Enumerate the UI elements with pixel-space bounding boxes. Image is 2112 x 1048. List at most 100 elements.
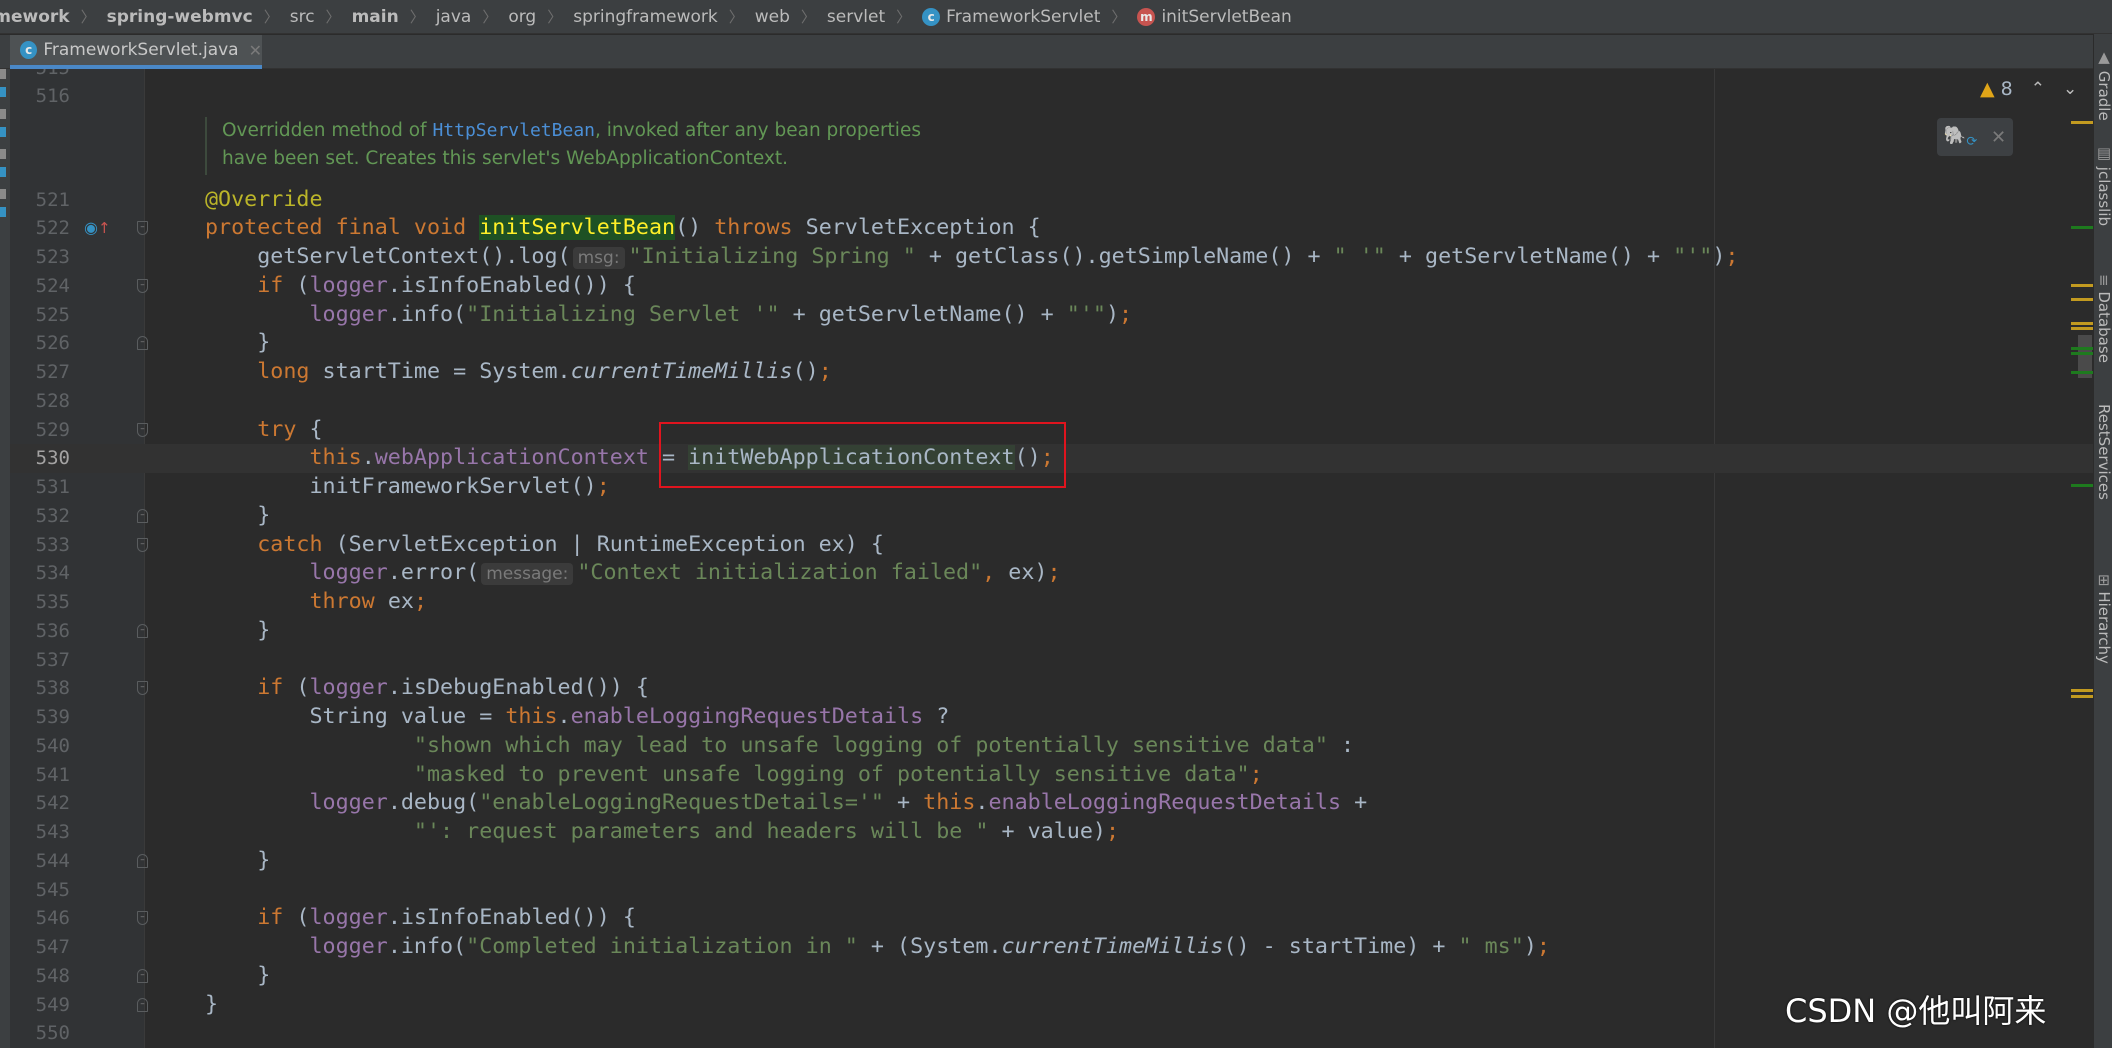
warning-mark[interactable] <box>2071 689 2093 692</box>
breadcrumb-item[interactable]: m initServletBean <box>1137 7 1292 27</box>
code-line[interactable]: 545 <box>10 876 2093 905</box>
warning-mark[interactable] <box>2071 298 2093 301</box>
gradle-refresh-icon[interactable]: 🐘⟳ <box>1944 125 1977 150</box>
warning-mark[interactable] <box>2071 327 2093 330</box>
doc-link[interactable]: HttpServletBean <box>432 120 595 141</box>
code-text: logger.error(message: "Context initializa… <box>205 559 1061 589</box>
fold-collapse-icon[interactable]: – <box>137 278 148 293</box>
code-line[interactable]: 547 logger.info("Completed initializatio… <box>10 933 2093 962</box>
fold-end-icon[interactable]: – <box>137 997 148 1012</box>
breadcrumb-item[interactable]: framework <box>0 7 70 27</box>
tool-window-hierarchy[interactable]: ⊞ Hierarchy <box>2095 574 2112 664</box>
code-editor[interactable]: 515 516 Overridden method of HttpServletBe… <box>10 69 2093 1048</box>
code-line[interactable]: 544 – } <box>10 847 2093 876</box>
fold-collapse-icon[interactable]: – <box>137 537 148 552</box>
close-popup-icon[interactable]: ✕ <box>1991 127 2006 148</box>
code-line[interactable]: 522 ◉↑ – protected final void initServletBe… <box>10 214 2093 243</box>
tab-frameworkservlet-java[interactable]: c FrameworkServlet.java ✕ <box>10 35 262 69</box>
tool-window-jclasslib[interactable]: ▤ jclasslib <box>2095 144 2112 226</box>
code-token: .info( <box>387 934 467 960</box>
code-line[interactable]: 540 "shown which may lead to unsafe logg… <box>10 732 2093 761</box>
code-token: if <box>205 905 297 931</box>
info-mark[interactable] <box>2071 371 2093 374</box>
code-line[interactable]: 533 – catch (ServletException | RuntimeEx… <box>10 531 2093 560</box>
breadcrumb-item[interactable]: org <box>508 7 536 27</box>
code-text: String value = this.enableLoggingRequest… <box>205 703 949 732</box>
breadcrumb-item[interactable]: web <box>755 7 790 27</box>
breadcrumb-separator-icon: 〉 <box>409 8 425 26</box>
code-line[interactable]: 526 – } <box>10 329 2093 358</box>
code-token: @Override <box>205 186 323 212</box>
code-line[interactable]: 524 – if (logger.isInfoEnabled()) { <box>10 272 2093 301</box>
error-stripe[interactable] <box>2071 69 2093 1048</box>
code-line[interactable]: 532 – } <box>10 502 2093 531</box>
info-mark[interactable] <box>2071 484 2093 487</box>
code-line[interactable]: 541 "masked to prevent unsafe logging of… <box>10 761 2093 790</box>
previous-highlight-icon[interactable]: ⌃ <box>2031 79 2045 99</box>
tool-window-database[interactable]: ≡ Database <box>2095 274 2112 363</box>
doc-text: Overridden method of <box>222 120 433 142</box>
fold-end-icon[interactable]: – <box>137 623 148 638</box>
parameter-hint: message: <box>481 563 574 586</box>
code-line[interactable]: 515 <box>10 69 2093 82</box>
info-mark[interactable] <box>2071 352 2093 355</box>
fold-end-icon[interactable]: – <box>137 336 148 351</box>
code-line[interactable]: 548 – } <box>10 962 2093 991</box>
breadcrumb-item[interactable]: c FrameworkServlet <box>922 7 1100 27</box>
fold-end-icon[interactable]: – <box>137 508 148 523</box>
code-line[interactable]: 521 @Override <box>10 186 2093 215</box>
breadcrumb-item[interactable]: src <box>290 7 315 27</box>
code-line[interactable]: 516 <box>10 82 2093 111</box>
warning-mark[interactable] <box>2071 121 2093 124</box>
fold-end-icon[interactable]: – <box>137 853 148 868</box>
code-token: ) <box>1523 934 1537 960</box>
fold-collapse-icon[interactable]: – <box>137 221 148 236</box>
code-line[interactable]: 534 logger.error(message: "Context initia… <box>10 559 2093 588</box>
inspection-widget[interactable]: ▲ 8 ⌃ ⌄ <box>1980 78 2077 100</box>
breadcrumb-separator-icon: 〉 <box>482 8 498 26</box>
breadcrumb-separator-icon: 〉 <box>1111 8 1127 26</box>
line-number: 531 <box>35 476 70 499</box>
code-line[interactable]: 523 getServletContext().log(msg: "Initial… <box>10 243 2093 272</box>
warning-mark[interactable] <box>2071 695 2093 698</box>
code-line[interactable]: 549 –} <box>10 991 2093 1020</box>
tool-window-gradle[interactable]: ▲ Gradle <box>2095 48 2112 121</box>
code-line[interactable]: 543 "': request parameters and headers w… <box>10 818 2093 847</box>
warning-mark[interactable] <box>2071 322 2093 325</box>
info-mark[interactable] <box>2071 347 2093 350</box>
code-line[interactable]: 525 logger.info("Initializing Servlet '"… <box>10 301 2093 330</box>
warning-mark[interactable] <box>2071 284 2093 287</box>
breadcrumb-item[interactable]: java <box>436 7 472 27</box>
breadcrumb-item[interactable]: main <box>352 7 399 27</box>
code-line[interactable]: 537 <box>10 646 2093 675</box>
code-text: if (logger.isInfoEnabled()) { <box>205 904 636 933</box>
code-token: "'" <box>1673 244 1713 270</box>
marker <box>0 207 6 217</box>
fold-collapse-icon[interactable]: – <box>137 681 148 696</box>
overrides-method-icon[interactable]: ◉↑ <box>84 218 111 237</box>
fold-collapse-icon[interactable]: – <box>137 911 148 926</box>
code-line[interactable]: 536 – } <box>10 617 2093 646</box>
code-token: catch <box>205 531 336 557</box>
fold-collapse-icon[interactable]: – <box>137 422 148 437</box>
code-line[interactable]: 527 long startTime = System.currentTimeM… <box>10 358 2093 387</box>
code-token: ; <box>596 474 610 500</box>
code-line[interactable]: 535 throw ex; <box>10 588 2093 617</box>
code-line[interactable]: 550 <box>10 1019 2093 1048</box>
breadcrumb-item[interactable]: springframework <box>573 7 717 27</box>
right-tool-window-bar: ▲ Gradle ▤ jclasslib ≡ Database RestServ… <box>2093 34 2112 1048</box>
code-line[interactable]: 546 – if (logger.isInfoEnabled()) { <box>10 904 2093 933</box>
code-line[interactable]: 539 String value = this.enableLoggingReq… <box>10 703 2093 732</box>
code-token: , <box>982 560 1009 586</box>
code-token: webApplicationContext <box>374 445 649 471</box>
close-tab-icon[interactable]: ✕ <box>249 41 262 60</box>
breadcrumb-item[interactable]: spring-webmvc <box>107 7 253 27</box>
code-line[interactable]: 528 <box>10 387 2093 416</box>
code-line[interactable]: 538 – if (logger.isDebugEnabled()) { <box>10 674 2093 703</box>
code-line[interactable]: 542 logger.debug("enableLoggingRequestDe… <box>10 789 2093 818</box>
fold-end-icon[interactable]: – <box>137 968 148 983</box>
breadcrumb-item[interactable]: servlet <box>827 7 885 27</box>
code-token: () - startTime) + <box>1223 934 1459 960</box>
tool-window-restservices[interactable]: RestServices <box>2095 404 2112 500</box>
info-mark[interactable] <box>2071 226 2093 229</box>
